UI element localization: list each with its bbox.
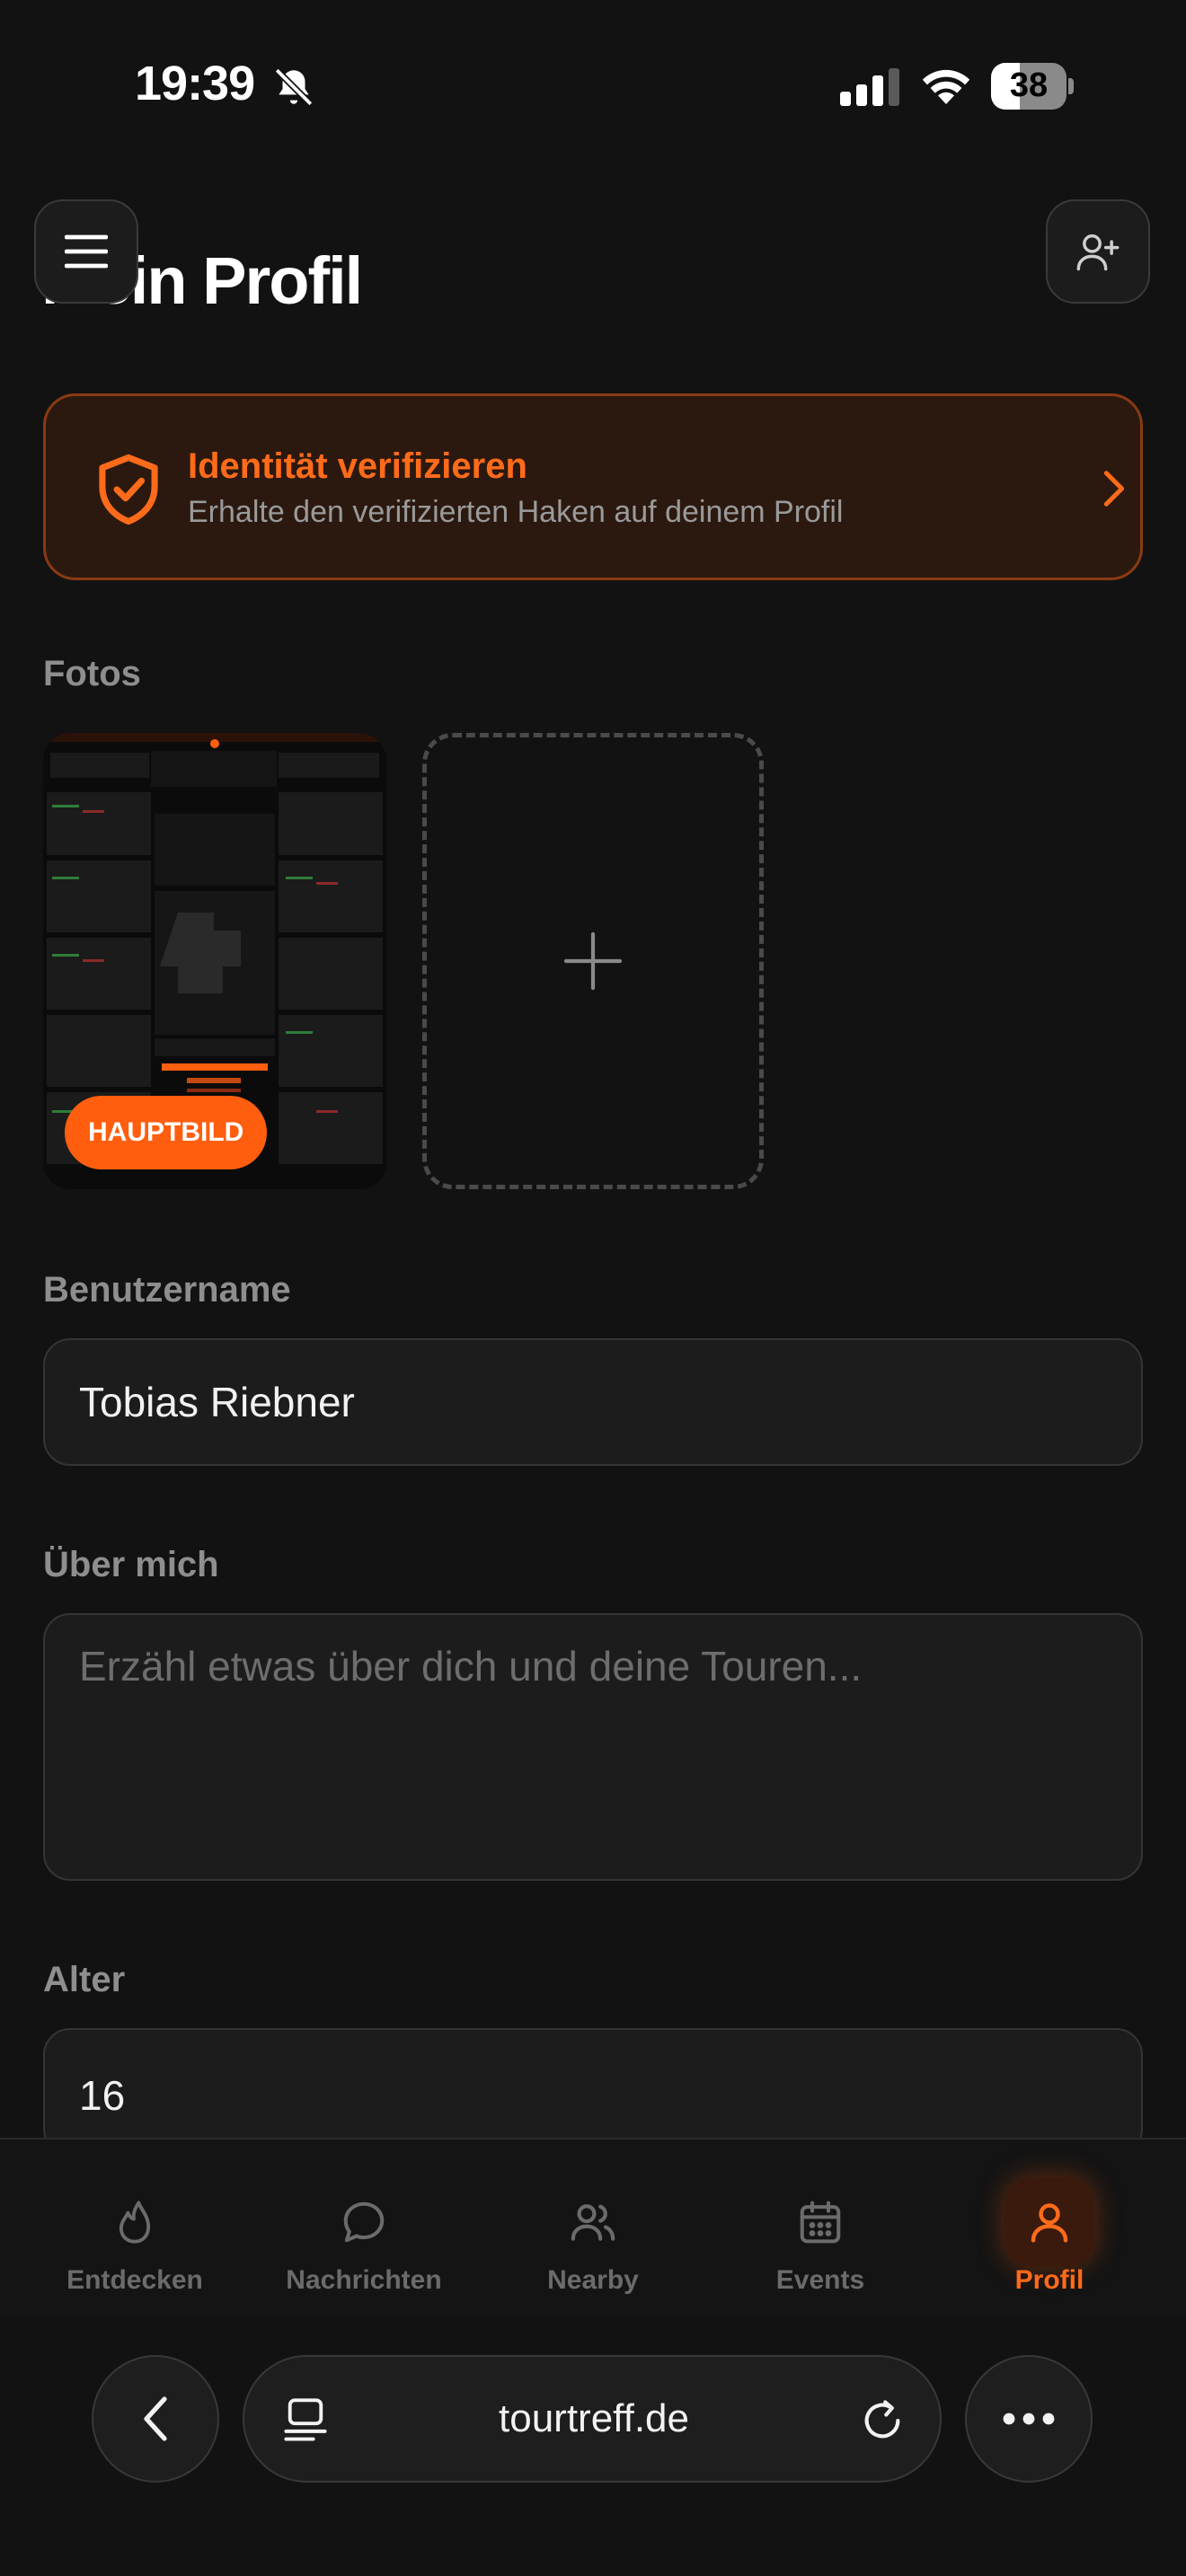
flame-icon [119, 2201, 151, 2244]
battery-indicator: 38 [991, 63, 1074, 110]
plus-icon [563, 931, 623, 991]
add-friend-button[interactable] [1046, 199, 1150, 304]
chevron-right-icon [1103, 471, 1125, 507]
url-bar[interactable]: tourtreff.de [243, 2355, 942, 2483]
tab-bar: Entdecken Nachrichten Nearby Events Prof… [0, 2138, 1186, 2319]
ellipsis-icon [1003, 2413, 1055, 2425]
username-input[interactable]: Tobias Riebner [43, 1338, 1143, 1466]
more-options-button[interactable] [965, 2355, 1093, 2483]
back-button[interactable] [92, 2355, 219, 2483]
browser-toolbar: tourtreff.de [0, 2317, 1186, 2576]
status-time: 19:39 [135, 57, 255, 110]
tab-label: Profil [1014, 2265, 1084, 2295]
chat-bubble-icon [343, 2201, 385, 2243]
wifi-icon [922, 69, 970, 104]
tab-label: Events [775, 2265, 865, 2295]
calendar-icon [800, 2201, 841, 2244]
age-value: 16 [79, 2072, 126, 2119]
tab-label: Nearby [547, 2265, 639, 2295]
add-photo-button[interactable] [422, 733, 764, 1189]
username-value: Tobias Riebner [79, 1379, 355, 1425]
hamburger-icon [65, 234, 108, 269]
reload-icon[interactable] [859, 2396, 906, 2445]
chevron-left-icon [144, 2396, 167, 2441]
user-icon [1031, 2203, 1068, 2243]
about-placeholder: Erzähl etwas über dich und deine Touren.… [79, 1643, 863, 1689]
battery-level: 38 [1009, 66, 1049, 104]
menu-button[interactable] [34, 199, 138, 304]
photos-label: Fotos [43, 654, 141, 693]
main-photo[interactable]: HAUPTBILD [43, 733, 386, 1189]
verify-title: Identität verifizieren [188, 446, 527, 486]
tab-nearby[interactable]: Nearby [494, 2139, 692, 2319]
about-label: Über mich [43, 1545, 219, 1584]
user-plus-icon [1076, 234, 1120, 271]
tab-events[interactable]: Events [721, 2139, 919, 2319]
age-input[interactable]: 16 [43, 2028, 1143, 2156]
bell-muted-icon [274, 67, 314, 107]
tab-profil[interactable]: Profil [951, 2139, 1148, 2319]
tab-nachrichten[interactable]: Nachrichten [265, 2139, 463, 2319]
username-label: Benutzername [43, 1270, 291, 1310]
tab-label: Nachrichten [286, 2265, 442, 2295]
age-label: Alter [43, 1960, 126, 1999]
url-text: tourtreff.de [499, 2396, 689, 2440]
signal-icon [840, 68, 899, 106]
shield-check-icon [99, 454, 158, 525]
tab-entdecken[interactable]: Entdecken [36, 2139, 234, 2319]
tab-label: Entdecken [66, 2265, 203, 2295]
users-icon [571, 2204, 615, 2241]
verify-subtitle: Erhalte den verifizierten Haken auf dein… [188, 495, 844, 529]
verify-identity-card[interactable]: Identität verifizieren Erhalte den verif… [43, 393, 1143, 580]
about-textarea[interactable]: Erzähl etwas über dich und deine Touren.… [43, 1613, 1143, 1881]
main-photo-badge: HAUPTBILD [65, 1096, 268, 1169]
